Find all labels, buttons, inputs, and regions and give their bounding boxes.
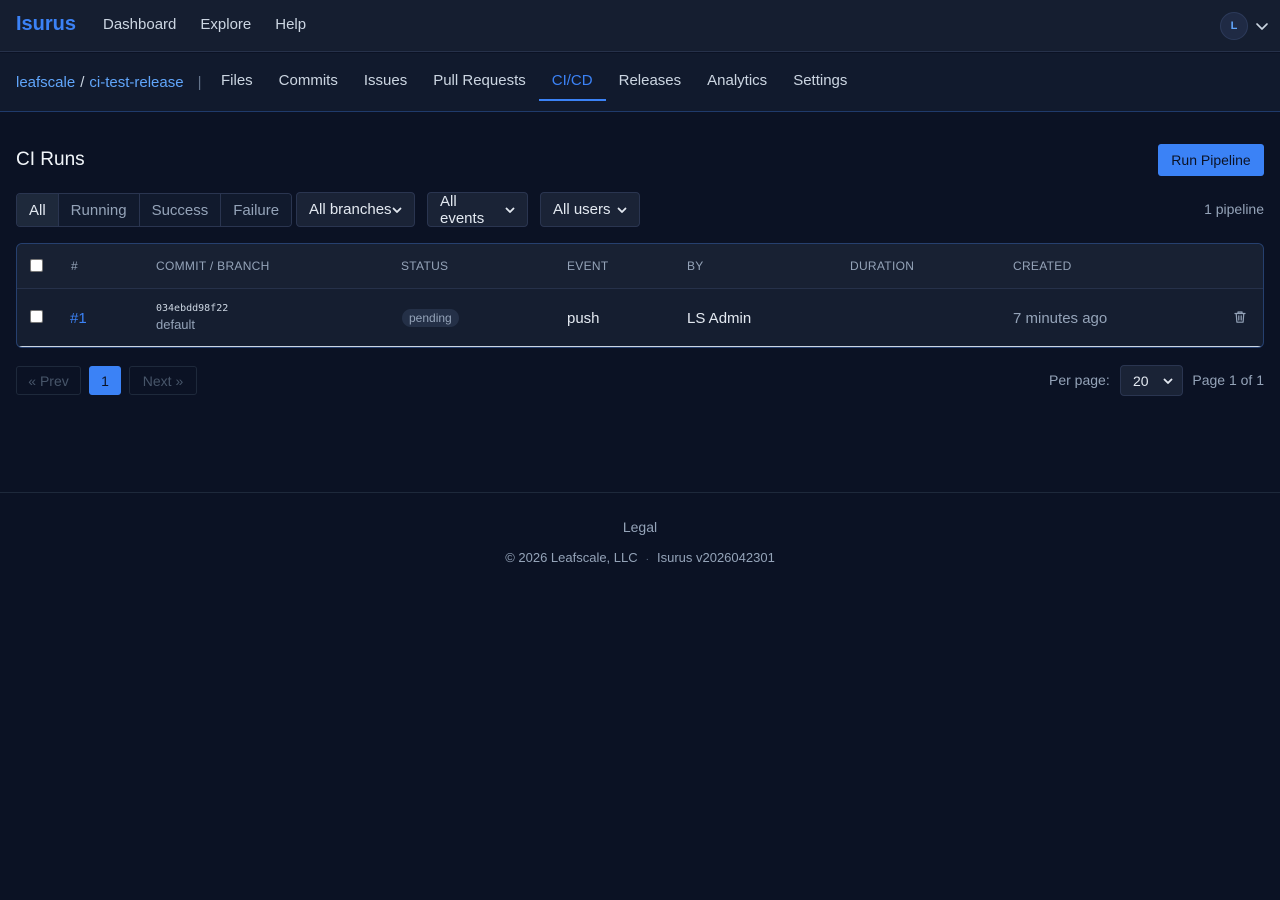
top-navbar: Isurus Dashboard Explore Help L bbox=[0, 0, 1280, 52]
footer-legal: Legal bbox=[0, 519, 1280, 535]
status-badge: pending bbox=[402, 309, 459, 327]
column-duration: DURATION bbox=[850, 259, 915, 273]
per-page-value: 20 bbox=[1133, 372, 1149, 389]
ci-runs-table: # COMMIT / BRANCH STATUS EVENT BY DURATI… bbox=[16, 243, 1264, 348]
repo-header: leafscale / ci-test-release | Files Comm… bbox=[0, 53, 1280, 112]
page-indicator: Page 1 of 1 bbox=[1192, 372, 1264, 388]
repo-tabs: Files Commits Issues Pull Requests CI/CD… bbox=[208, 53, 860, 112]
chevron-down-icon bbox=[1163, 378, 1172, 384]
column-created: CREATED bbox=[1013, 259, 1072, 273]
column-status: STATUS bbox=[401, 259, 449, 273]
next-page-button[interactable]: Next » bbox=[129, 366, 197, 395]
user-select-value: All users bbox=[553, 201, 611, 218]
trash-icon[interactable] bbox=[1233, 310, 1247, 324]
brand-logo[interactable]: Isurus bbox=[16, 13, 76, 36]
chevron-down-icon bbox=[617, 207, 627, 213]
footer-separator: · bbox=[645, 554, 649, 565]
tab-analytics[interactable]: Analytics bbox=[694, 53, 780, 101]
nav-dashboard[interactable]: Dashboard bbox=[103, 16, 176, 33]
legal-link[interactable]: Legal bbox=[623, 519, 657, 535]
by-cell: LS Admin bbox=[687, 310, 752, 327]
run-number-link[interactable]: #1 bbox=[70, 310, 87, 327]
status-filter: All Running Success Failure bbox=[16, 193, 293, 227]
tab-pull-requests[interactable]: Pull Requests bbox=[420, 53, 539, 101]
user-select[interactable]: All users bbox=[540, 192, 640, 227]
tab-ci-cd[interactable]: CI/CD bbox=[538, 53, 606, 101]
tab-releases[interactable]: Releases bbox=[606, 53, 695, 101]
nav-help[interactable]: Help bbox=[275, 16, 306, 33]
event-cell: push bbox=[567, 310, 600, 327]
page-title: CI Runs bbox=[16, 149, 85, 170]
filter-failure[interactable]: Failure bbox=[221, 194, 292, 226]
column-event: EVENT bbox=[567, 259, 609, 273]
commit-branch-cell: 034ebdd98f22 default bbox=[156, 303, 228, 332]
table-row[interactable]: #1 034ebdd98f22 default pending push LS … bbox=[17, 289, 1263, 347]
branch-name: default bbox=[156, 317, 196, 332]
breadcrumb-separator: / bbox=[80, 74, 85, 91]
pipeline-count: 1 pipeline bbox=[1204, 201, 1264, 217]
copyright-text: © 2026 Leafscale, LLC bbox=[505, 550, 638, 565]
event-select-value: All events bbox=[440, 192, 485, 227]
chevron-down-icon bbox=[392, 207, 402, 213]
nav-explore[interactable]: Explore bbox=[200, 16, 251, 33]
breadcrumb: leafscale / ci-test-release | bbox=[16, 74, 201, 91]
run-pipeline-button[interactable]: Run Pipeline bbox=[1158, 144, 1264, 176]
column-commit-branch: COMMIT / BRANCH bbox=[156, 259, 270, 273]
user-menu[interactable]: L bbox=[1220, 12, 1270, 40]
breadcrumb-divider: | bbox=[197, 74, 202, 91]
column-by: BY bbox=[687, 259, 704, 273]
tab-commits[interactable]: Commits bbox=[266, 53, 351, 101]
table-header: # COMMIT / BRANCH STATUS EVENT BY DURATI… bbox=[17, 244, 1263, 289]
chevron-down-icon bbox=[505, 207, 515, 213]
top-nav: Dashboard Explore Help bbox=[103, 16, 306, 33]
footer: Legal © 2026 Leafscale, LLC · Isurus v2026… bbox=[0, 492, 1280, 900]
filter-success[interactable]: Success bbox=[139, 194, 222, 226]
filter-running[interactable]: Running bbox=[58, 194, 140, 226]
per-page-select[interactable]: 20 bbox=[1120, 365, 1183, 396]
filter-all[interactable]: All bbox=[17, 194, 59, 226]
prev-page-button[interactable]: « Prev bbox=[16, 366, 81, 395]
chevron-down-icon bbox=[1256, 23, 1268, 30]
select-all-checkbox[interactable] bbox=[30, 259, 43, 272]
column-number: # bbox=[71, 259, 78, 273]
repo-owner-link[interactable]: leafscale bbox=[16, 74, 75, 91]
row-checkbox[interactable] bbox=[30, 310, 43, 323]
branch-select[interactable]: All branches bbox=[296, 192, 415, 227]
tab-settings[interactable]: Settings bbox=[780, 53, 860, 101]
tab-files[interactable]: Files bbox=[208, 53, 266, 101]
event-select[interactable]: All events bbox=[427, 192, 528, 227]
per-page-label: Per page: bbox=[1049, 372, 1110, 388]
commit-sha: 034ebdd98f22 bbox=[156, 303, 229, 314]
created-cell: 7 minutes ago bbox=[1013, 310, 1108, 327]
page-1-button[interactable]: 1 bbox=[89, 366, 121, 395]
repo-name-link[interactable]: ci-test-release bbox=[89, 74, 183, 91]
branch-select-value: All branches bbox=[309, 201, 392, 218]
tab-issues[interactable]: Issues bbox=[351, 53, 420, 101]
footer-copyright: © 2026 Leafscale, LLC · Isurus v2026042301 bbox=[0, 550, 1280, 565]
avatar: L bbox=[1220, 12, 1248, 40]
version-text: Isurus v2026042301 bbox=[656, 550, 775, 565]
